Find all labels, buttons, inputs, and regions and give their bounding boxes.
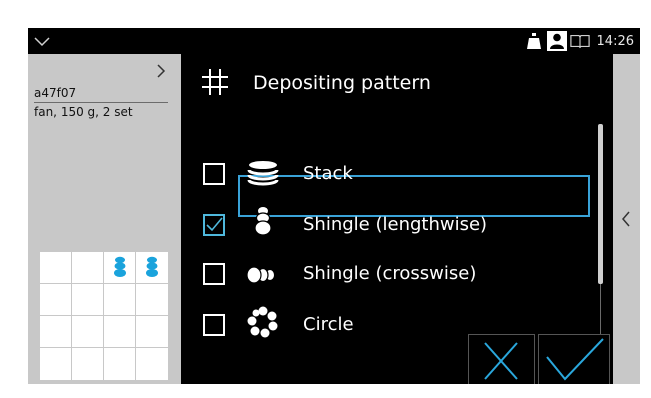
status-bar: 14:26: [28, 28, 640, 54]
product-panel: a47f07 fan, 150 g, 2 set: [28, 54, 181, 384]
close-icon: [484, 342, 518, 380]
divider: [34, 102, 168, 103]
chevron-left-icon[interactable]: [619, 209, 633, 229]
chevron-right-icon[interactable]: [153, 62, 169, 80]
scrollbar-thumb[interactable]: [598, 124, 603, 284]
stack-icon: [245, 158, 281, 190]
option-label: Shingle (lengthwise): [303, 214, 488, 235]
confirm-button[interactable]: [538, 334, 610, 384]
option-shingle-lengthwise[interactable]: Shingle (lengthwise): [181, 205, 601, 249]
option-label: Shingle (crosswise): [303, 263, 477, 284]
weight-icon[interactable]: [524, 31, 544, 51]
shingle-crosswise-icon: [245, 258, 281, 290]
clock-text: 14:26: [596, 33, 634, 49]
right-collapse-panel[interactable]: [613, 54, 640, 384]
manual-icon[interactable]: [569, 31, 590, 51]
option-label: Stack: [303, 163, 353, 184]
option-shingle-crosswise[interactable]: Shingle (crosswise): [181, 254, 601, 298]
cancel-button[interactable]: [468, 334, 535, 384]
option-stack[interactable]: Stack: [181, 154, 601, 198]
portion-shingle-icon: [113, 256, 127, 284]
portion-shingle-icon: [145, 256, 159, 284]
grid-hash-icon: [201, 68, 229, 96]
product-description: fan, 150 g, 2 set: [34, 105, 133, 119]
shingle-lengthwise-icon: [245, 207, 281, 241]
checkbox[interactable]: [203, 263, 225, 285]
app-window: 14:26 a47f07 fan, 150 g, 2 set Depositin…: [28, 28, 640, 384]
checkbox[interactable]: [203, 314, 225, 336]
chevron-down-icon[interactable]: [32, 32, 52, 50]
checkbox-checked[interactable]: [203, 214, 225, 236]
pattern-preview-grid: [40, 252, 168, 380]
user-icon[interactable]: [546, 31, 567, 51]
circle-icon: [245, 306, 281, 341]
checkmark-icon: [546, 338, 604, 381]
checkbox[interactable]: [203, 163, 225, 185]
depositing-pattern-dialog: Depositing pattern Stack Shingle (length…: [181, 54, 613, 384]
option-label: Circle: [303, 314, 354, 335]
product-id: a47f07: [34, 86, 77, 100]
dialog-title: Depositing pattern: [253, 72, 431, 94]
